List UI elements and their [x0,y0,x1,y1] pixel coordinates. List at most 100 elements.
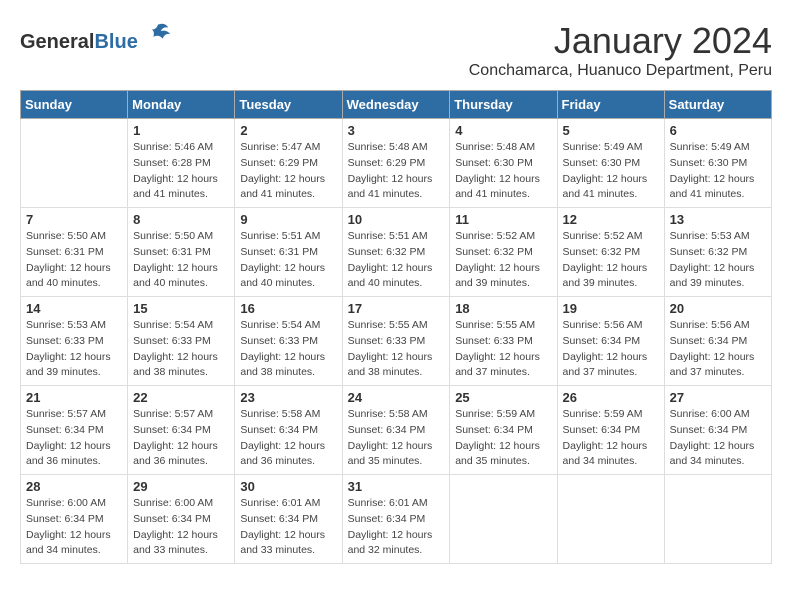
calendar-table: SundayMondayTuesdayWednesdayThursdayFrid… [20,90,772,564]
day-number: 1 [133,123,229,138]
calendar-cell: 19 Sunrise: 5:56 AMSunset: 6:34 PMDayligh… [557,297,664,386]
cell-sun-info: Sunrise: 5:51 AMSunset: 6:31 PMDaylight:… [240,229,336,292]
cell-sun-info: Sunrise: 6:01 AMSunset: 6:34 PMDaylight:… [240,496,336,559]
weekday-header-row: SundayMondayTuesdayWednesdayThursdayFrid… [21,91,772,119]
logo: GeneralBlue [20,20,172,54]
calendar-cell: 12Sunrise: 5:52 AMSunset: 6:32 PMDayligh… [557,208,664,297]
cell-sun-info: Sunrise: 5:56 AMSunset: 6:34 PMDaylight:… [670,318,766,381]
day-number: 2 [240,123,336,138]
calendar-week-row: 21 Sunrise: 5:57 AMSunset: 6:34 PMDayligh… [21,386,772,475]
calendar-cell: 22 Sunrise: 5:57 AMSunset: 6:34 PMDayligh… [128,386,235,475]
day-number: 20 [670,301,766,316]
day-number: 16 [240,301,336,316]
calendar-cell: 28Sunrise: 6:00 AMSunset: 6:34 PMDayligh… [21,475,128,564]
cell-sun-info: Sunrise: 5:50 AMSunset: 6:31 PMDaylight:… [26,229,122,292]
location-subtitle: Conchamarca, Huanuco Department, Peru [469,62,772,80]
day-number: 3 [348,123,445,138]
cell-sun-info: Sunrise: 5:54 AMSunset: 6:33 PMDaylight:… [240,318,336,381]
weekday-header-monday: Monday [128,91,235,119]
calendar-cell: 1 Sunrise: 5:46 AMSunset: 6:28 PMDaylight… [128,119,235,208]
calendar-cell [664,475,771,564]
cell-sun-info: Sunrise: 5:53 AMSunset: 6:33 PMDaylight:… [26,318,122,381]
day-number: 9 [240,212,336,227]
cell-sun-info: Sunrise: 5:51 AMSunset: 6:32 PMDaylight:… [348,229,445,292]
calendar-cell: 18 Sunrise: 5:55 AMSunset: 6:33 PMDayligh… [450,297,557,386]
calendar-week-row: 7 Sunrise: 5:50 AMSunset: 6:31 PMDaylight… [21,208,772,297]
day-number: 14 [26,301,122,316]
day-number: 7 [26,212,122,227]
calendar-cell: 8 Sunrise: 5:50 AMSunset: 6:31 PMDaylight… [128,208,235,297]
day-number: 21 [26,390,122,405]
calendar-cell: 27 Sunrise: 6:00 AMSunset: 6:34 PMDayligh… [664,386,771,475]
calendar-cell: 17Sunrise: 5:55 AMSunset: 6:33 PMDayligh… [342,297,450,386]
cell-sun-info: Sunrise: 5:47 AMSunset: 6:29 PMDaylight:… [240,140,336,203]
day-number: 18 [455,301,551,316]
calendar-week-row: 28Sunrise: 6:00 AMSunset: 6:34 PMDayligh… [21,475,772,564]
calendar-cell: 30 Sunrise: 6:01 AMSunset: 6:34 PMDayligh… [235,475,342,564]
day-number: 23 [240,390,336,405]
cell-sun-info: Sunrise: 5:55 AMSunset: 6:33 PMDaylight:… [455,318,551,381]
calendar-cell: 23 Sunrise: 5:58 AMSunset: 6:34 PMDayligh… [235,386,342,475]
logo-bird-icon [144,20,172,48]
cell-sun-info: Sunrise: 5:54 AMSunset: 6:33 PMDaylight:… [133,318,229,381]
weekday-header-sunday: Sunday [21,91,128,119]
cell-sun-info: Sunrise: 5:49 AMSunset: 6:30 PMDaylight:… [670,140,766,203]
day-number: 29 [133,479,229,494]
day-number: 10 [348,212,445,227]
calendar-cell: 11 Sunrise: 5:52 AMSunset: 6:32 PMDayligh… [450,208,557,297]
weekday-header-tuesday: Tuesday [235,91,342,119]
calendar-cell [450,475,557,564]
day-number: 12 [563,212,659,227]
calendar-cell: 16 Sunrise: 5:54 AMSunset: 6:33 PMDayligh… [235,297,342,386]
calendar-week-row: 14 Sunrise: 5:53 AMSunset: 6:33 PMDayligh… [21,297,772,386]
calendar-cell: 14 Sunrise: 5:53 AMSunset: 6:33 PMDayligh… [21,297,128,386]
calendar-cell: 24 Sunrise: 5:58 AMSunset: 6:34 PMDayligh… [342,386,450,475]
calendar-cell: 10 Sunrise: 5:51 AMSunset: 6:32 PMDayligh… [342,208,450,297]
cell-sun-info: Sunrise: 5:55 AMSunset: 6:33 PMDaylight:… [348,318,445,381]
cell-sun-info: Sunrise: 5:58 AMSunset: 6:34 PMDaylight:… [240,407,336,470]
page-header: GeneralBlue January 2024 Conchamarca, Hu… [20,20,772,80]
cell-sun-info: Sunrise: 5:48 AMSunset: 6:29 PMDaylight:… [348,140,445,203]
day-number: 8 [133,212,229,227]
cell-sun-info: Sunrise: 5:59 AMSunset: 6:34 PMDaylight:… [563,407,659,470]
cell-sun-info: Sunrise: 6:00 AMSunset: 6:34 PMDaylight:… [670,407,766,470]
calendar-cell: 2 Sunrise: 5:47 AMSunset: 6:29 PMDaylight… [235,119,342,208]
calendar-week-row: 1 Sunrise: 5:46 AMSunset: 6:28 PMDaylight… [21,119,772,208]
cell-sun-info: Sunrise: 5:58 AMSunset: 6:34 PMDaylight:… [348,407,445,470]
cell-sun-info: Sunrise: 6:01 AMSunset: 6:34 PMDaylight:… [348,496,445,559]
day-number: 25 [455,390,551,405]
calendar-cell [557,475,664,564]
cell-sun-info: Sunrise: 5:59 AMSunset: 6:34 PMDaylight:… [455,407,551,470]
calendar-cell: 9 Sunrise: 5:51 AMSunset: 6:31 PMDaylight… [235,208,342,297]
day-number: 22 [133,390,229,405]
day-number: 30 [240,479,336,494]
logo-general: GeneralBlue [20,35,142,52]
calendar-cell: 6 Sunrise: 5:49 AMSunset: 6:30 PMDaylight… [664,119,771,208]
day-number: 19 [563,301,659,316]
cell-sun-info: Sunrise: 5:57 AMSunset: 6:34 PMDaylight:… [26,407,122,470]
cell-sun-info: Sunrise: 5:46 AMSunset: 6:28 PMDaylight:… [133,140,229,203]
day-number: 24 [348,390,445,405]
day-number: 6 [670,123,766,138]
weekday-header-saturday: Saturday [664,91,771,119]
weekday-header-wednesday: Wednesday [342,91,450,119]
day-number: 13 [670,212,766,227]
day-number: 27 [670,390,766,405]
cell-sun-info: Sunrise: 5:56 AMSunset: 6:34 PMDaylight:… [563,318,659,381]
cell-sun-info: Sunrise: 6:00 AMSunset: 6:34 PMDaylight:… [26,496,122,559]
day-number: 11 [455,212,551,227]
weekday-header-friday: Friday [557,91,664,119]
calendar-cell: 20 Sunrise: 5:56 AMSunset: 6:34 PMDayligh… [664,297,771,386]
cell-sun-info: Sunrise: 5:52 AMSunset: 6:32 PMDaylight:… [455,229,551,292]
cell-sun-info: Sunrise: 5:49 AMSunset: 6:30 PMDaylight:… [563,140,659,203]
title-area: January 2024 Conchamarca, Huanuco Depart… [469,20,772,80]
day-number: 31 [348,479,445,494]
calendar-cell: 7 Sunrise: 5:50 AMSunset: 6:31 PMDaylight… [21,208,128,297]
calendar-cell: 5Sunrise: 5:49 AMSunset: 6:30 PMDaylight… [557,119,664,208]
cell-sun-info: Sunrise: 5:57 AMSunset: 6:34 PMDaylight:… [133,407,229,470]
calendar-cell: 21 Sunrise: 5:57 AMSunset: 6:34 PMDayligh… [21,386,128,475]
calendar-cell: 3 Sunrise: 5:48 AMSunset: 6:29 PMDaylight… [342,119,450,208]
calendar-cell [21,119,128,208]
cell-sun-info: Sunrise: 5:50 AMSunset: 6:31 PMDaylight:… [133,229,229,292]
day-number: 4 [455,123,551,138]
